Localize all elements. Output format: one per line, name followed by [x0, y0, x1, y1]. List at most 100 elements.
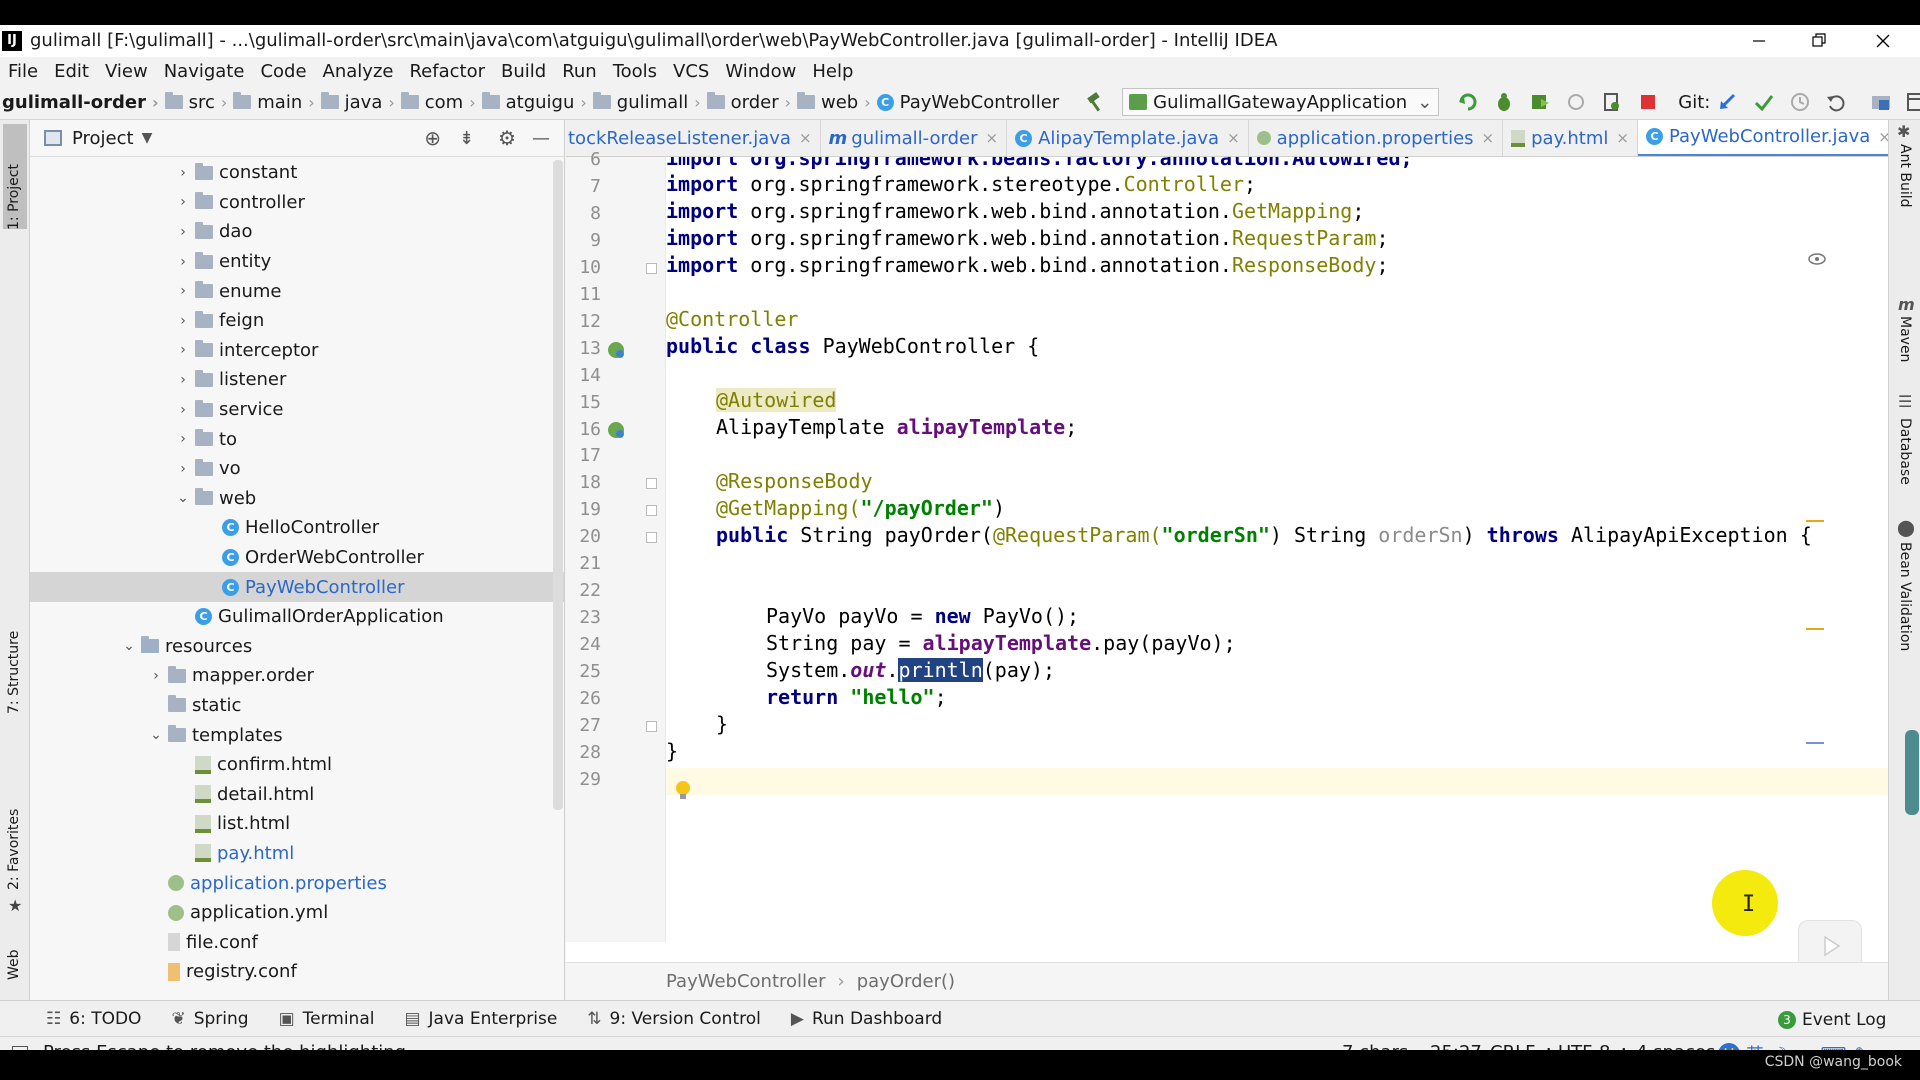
rerun-icon[interactable]: [1457, 91, 1479, 113]
tree-item-enume[interactable]: › enume: [30, 276, 564, 306]
tree-item-pay-html[interactable]: pay.html: [30, 839, 564, 869]
toolwindow-9-version-control[interactable]: ⇅ 9: Version Control: [587, 1009, 761, 1029]
breadcrumb-atguigu[interactable]: atguigu ›: [481, 92, 587, 113]
code-text[interactable]: import org.springframework.beans.factory…: [666, 157, 1888, 942]
tree-item-hellocontroller[interactable]: C HelloController: [30, 513, 564, 543]
strip-label-structure[interactable]: 7: Structure: [6, 631, 22, 714]
tab-alipaytemplate-java[interactable]: C AlipayTemplate.java ×: [1007, 120, 1249, 156]
ime-logo-icon[interactable]: U: [1718, 1043, 1740, 1050]
warning-marker[interactable]: [1806, 628, 1824, 630]
tab-gulimall-order[interactable]: m gulimall-order ×: [821, 120, 1008, 156]
strip-label-project[interactable]: 1: Project: [6, 164, 22, 230]
gear-icon[interactable]: ⚙: [498, 126, 516, 150]
breadcrumb-gulimall[interactable]: gulimall ›: [592, 92, 701, 113]
fold-marker-icon[interactable]: [646, 505, 657, 517]
menu-file[interactable]: File: [8, 61, 38, 82]
project-panel-title[interactable]: Project: [72, 128, 134, 149]
tree-item-entity[interactable]: › entity: [30, 247, 564, 277]
breadcrumb-current-class[interactable]: C PayWebController: [876, 92, 1059, 113]
tree-item-dao[interactable]: › dao: [30, 217, 564, 247]
event-log-button[interactable]: 3 Event Log: [1778, 1010, 1886, 1030]
tree-item-file-conf[interactable]: file.conf: [30, 927, 564, 957]
status-encoding[interactable]: UTF-8 ÷: [1558, 1042, 1631, 1050]
chevron-right-icon[interactable]: ›: [171, 194, 195, 210]
chevron-right-icon[interactable]: ›: [171, 165, 195, 181]
chevron-right-icon[interactable]: ›: [171, 254, 195, 270]
tree-item-orderwebcontroller[interactable]: C OrderWebController: [30, 543, 564, 573]
status-line-separator[interactable]: CRLF ÷: [1490, 1042, 1556, 1050]
chevron-right-icon[interactable]: ›: [171, 224, 195, 240]
fold-marker-icon[interactable]: [646, 720, 657, 732]
hide-panel-icon[interactable]: —: [532, 128, 550, 149]
spring-autowire-gutter-icon[interactable]: [606, 420, 626, 440]
chevron-right-icon[interactable]: ›: [171, 461, 195, 477]
strip-label-favorites[interactable]: 2: Favorites: [6, 809, 22, 890]
build-hammer-icon[interactable]: [1085, 91, 1107, 113]
collapse-all-icon[interactable]: ⇟: [459, 128, 474, 149]
close-tab-icon[interactable]: ×: [1482, 129, 1495, 147]
tree-item-interceptor[interactable]: › interceptor: [30, 336, 564, 366]
menu-run[interactable]: Run: [562, 61, 597, 82]
tree-item-paywebcontroller[interactable]: C PayWebController: [30, 572, 564, 602]
close-tab-icon[interactable]: ×: [1616, 129, 1629, 147]
menu-edit[interactable]: Edit: [54, 61, 89, 82]
menu-code[interactable]: Code: [260, 61, 306, 82]
coverage-icon[interactable]: [1529, 91, 1551, 113]
strip-label-ant-build[interactable]: Ant Build: [1897, 144, 1913, 208]
status-caret-position[interactable]: 25:27: [1430, 1042, 1482, 1050]
strip-label-bean-validation[interactable]: Bean Validation: [1897, 542, 1913, 651]
lightbulb-intention-icon[interactable]: [674, 780, 692, 802]
breadcrumb-web[interactable]: web ›: [797, 92, 871, 113]
status-indent[interactable]: 4 spaces: [1636, 1042, 1715, 1050]
git-update-icon[interactable]: [1717, 91, 1739, 113]
chevron-down-icon[interactable]: ⌄: [117, 638, 141, 654]
tree-item-service[interactable]: › service: [30, 395, 564, 425]
minimize-button[interactable]: [1736, 25, 1782, 57]
eye-icon[interactable]: [1808, 252, 1826, 266]
tab-application-properties[interactable]: application.properties ×: [1249, 120, 1504, 156]
chevron-right-icon[interactable]: ›: [144, 668, 168, 684]
breadcrumb-src[interactable]: src ›: [164, 92, 227, 113]
menu-vcs[interactable]: VCS: [673, 61, 709, 82]
run-configuration-select[interactable]: GulimallGatewayApplication ⌄: [1122, 88, 1440, 116]
tree-item-vo[interactable]: › vo: [30, 454, 564, 484]
strip-label-database[interactable]: Database: [1897, 418, 1913, 485]
project-structure-icon[interactable]: [1870, 91, 1892, 113]
menu-window[interactable]: Window: [725, 61, 796, 82]
close-tab-icon[interactable]: ×: [986, 129, 999, 147]
chevron-right-icon[interactable]: ›: [171, 431, 195, 447]
menu-analyze[interactable]: Analyze: [323, 61, 394, 82]
ime-dot-icon[interactable]: •,: [1796, 1044, 1812, 1051]
chevron-down-icon[interactable]: ⌄: [144, 727, 168, 743]
layout-icon[interactable]: [1906, 91, 1920, 113]
tree-item-gulimallorderapplication[interactable]: C GulimallOrderApplication: [30, 602, 564, 632]
fold-marker-icon[interactable]: [646, 478, 657, 490]
breadcrumb-order[interactable]: order ›: [706, 92, 791, 113]
ime-keyboard-icon[interactable]: ⌨: [1820, 1044, 1846, 1051]
toolwindow-spring[interactable]: ❦ Spring: [171, 1009, 248, 1029]
chevron-right-icon[interactable]: ›: [171, 342, 195, 358]
toolwindow-java-enterprise[interactable]: ▤ Java Enterprise: [404, 1009, 557, 1029]
tree-item-application-yml[interactable]: application.yml: [30, 898, 564, 928]
tree-item-list-html[interactable]: list.html: [30, 809, 564, 839]
warning-marker[interactable]: [1806, 520, 1824, 522]
tree-item-listener[interactable]: › listener: [30, 365, 564, 395]
ime-settings-icon[interactable]: ✎: [1854, 1044, 1869, 1051]
stop-icon[interactable]: [1637, 91, 1659, 113]
spring-bean-gutter-icon[interactable]: [606, 340, 626, 360]
close-tab-icon[interactable]: ×: [1878, 128, 1888, 146]
toggle-tool-windows-icon[interactable]: [12, 1046, 28, 1050]
chevron-right-icon[interactable]: ›: [171, 402, 195, 418]
menu-refactor[interactable]: Refactor: [409, 61, 485, 82]
tree-item-application-properties[interactable]: application.properties: [30, 868, 564, 898]
chevron-right-icon[interactable]: ›: [171, 313, 195, 329]
breadcrumb-java[interactable]: java ›: [320, 92, 395, 113]
tab-tockreleaselistener-java[interactable]: tockReleaseListener.java ×: [566, 120, 821, 156]
menu-tools[interactable]: Tools: [613, 61, 657, 82]
fold-marker-icon[interactable]: [646, 532, 657, 544]
menu-navigate[interactable]: Navigate: [164, 61, 245, 82]
chevron-right-icon[interactable]: ›: [171, 283, 195, 299]
strip-label-web[interactable]: Web: [6, 949, 22, 980]
toolwindow-6-todo[interactable]: ☷ 6: TODO: [46, 1009, 141, 1029]
ime-moon-icon[interactable]: ☽: [1772, 1044, 1788, 1051]
